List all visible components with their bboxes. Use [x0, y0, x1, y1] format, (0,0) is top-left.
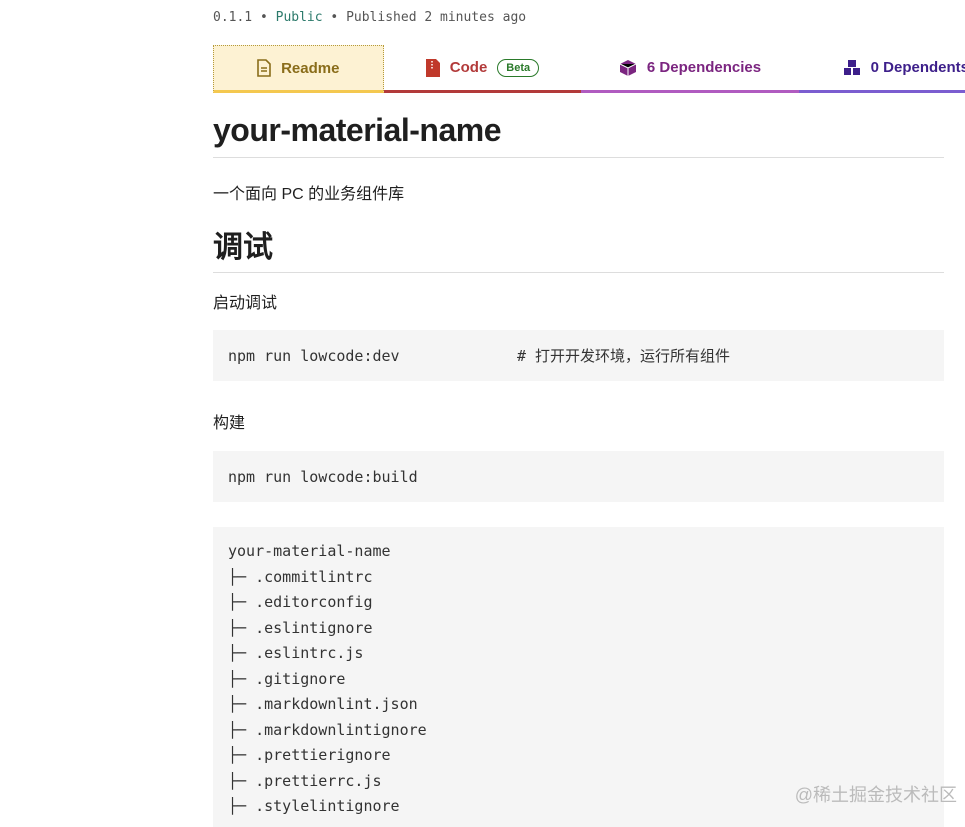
tab-label: 6 Dependencies: [646, 59, 762, 76]
tab-dependents[interactable]: 0 Dependents: [798, 45, 965, 93]
tab-label: Readme: [281, 59, 340, 77]
visibility: Public: [275, 10, 323, 25]
tab-label: Code: [449, 59, 488, 76]
version: 0.1.1: [213, 10, 253, 25]
tab-code[interactable]: Code Beta: [383, 45, 582, 93]
tab-dependencies[interactable]: 6 Dependencies: [581, 45, 799, 93]
readme-description: 一个面向 PC 的业务组件库: [213, 186, 405, 203]
build-code-block: npm run lowcode:build: [213, 451, 944, 502]
published-time: Published 2 minutes ago: [346, 10, 527, 25]
readme-title: your-material-name: [213, 112, 944, 158]
package-meta: 0.1.1 • Public • Published 2 minutes ago: [213, 10, 526, 25]
boxes-icon: [843, 59, 861, 77]
debug-label: 启动调试: [213, 295, 278, 312]
separator: •: [322, 10, 347, 25]
debug-code-block: npm run lowcode:dev # 打开开发环境，运行所有组件: [213, 330, 944, 381]
tab-readme[interactable]: Readme: [213, 45, 384, 93]
box-icon: [619, 59, 637, 77]
section-heading: 调试: [213, 222, 944, 273]
separator: •: [252, 10, 276, 25]
zip-file-icon: [425, 58, 440, 77]
package-tabs: Readme Code Beta 6 Dependencies 0 Depend…: [213, 45, 965, 93]
beta-badge: Beta: [497, 58, 540, 77]
document-icon: [257, 59, 271, 77]
build-label: 构建: [213, 415, 246, 432]
tab-label: 0 Dependents: [870, 59, 965, 76]
watermark: @稀土掘金技术社区: [794, 785, 957, 805]
